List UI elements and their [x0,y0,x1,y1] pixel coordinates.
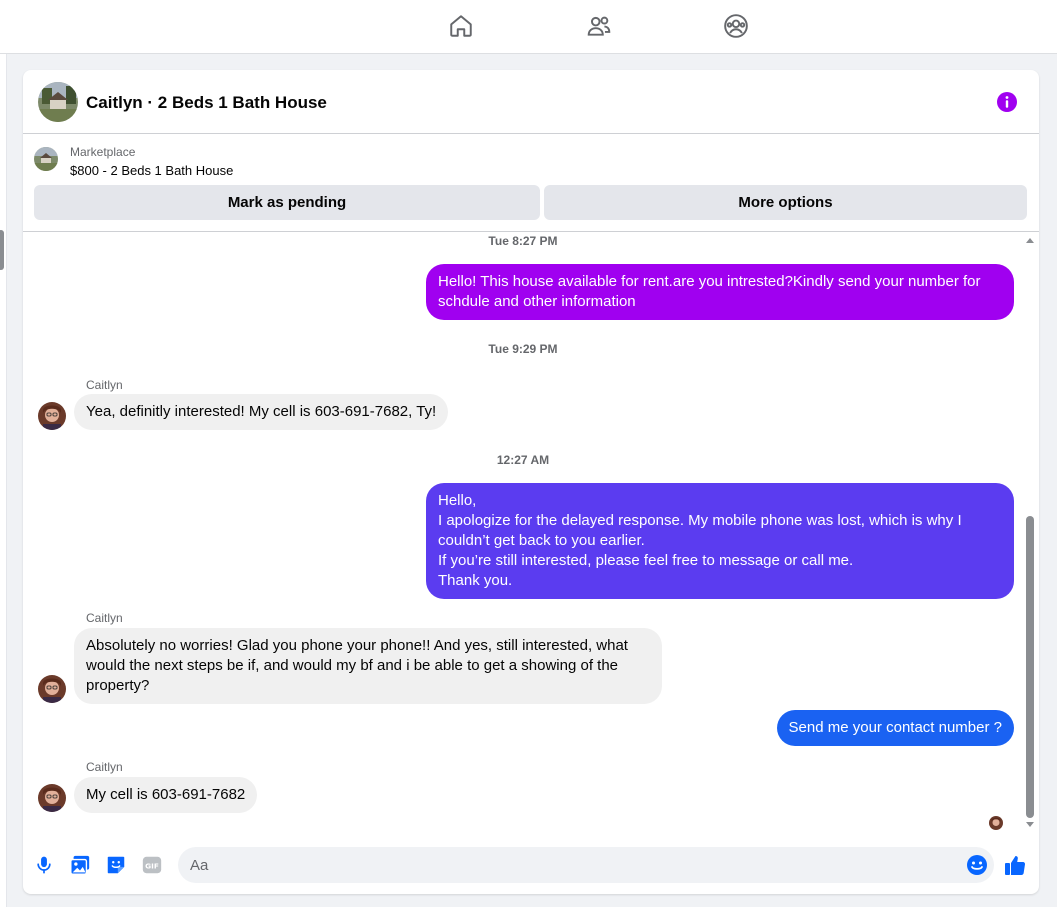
message-input[interactable] [178,847,994,883]
outgoing-message[interactable]: Send me your contact number ? [776,710,1014,746]
listing-source-label: Marketplace [70,145,136,159]
photo-icon[interactable] [68,853,92,877]
incoming-message[interactable]: Absolutely no worries! Glad you phone yo… [74,628,662,704]
more-options-button[interactable]: More options [544,185,1027,220]
sidebar-scroll-handle[interactable] [0,230,4,270]
scrollbar-thumb[interactable] [1026,516,1034,818]
timestamp: Tue 9:29 PM [488,342,558,356]
incoming-message[interactable]: My cell is 603-691-7682 [74,777,258,813]
left-sidebar-edge [0,54,7,907]
groups-icon[interactable] [722,12,750,40]
sender-name: Caitlyn [86,611,123,625]
timestamp: Tue 8:27 PM [488,234,558,248]
listing-price-title[interactable]: $800 - 2 Beds 1 Bath House [70,163,233,178]
thread-scrollbar[interactable] [1024,232,1036,838]
info-icon[interactable] [996,91,1018,113]
microphone-icon[interactable] [32,853,56,877]
sender-avatar[interactable] [38,675,66,703]
conversation-title: Caitlyn · 2 Beds 1 Bath House [86,93,327,112]
message-composer: GIF [23,838,1039,894]
gif-icon[interactable]: GIF [140,853,164,877]
outgoing-message[interactable]: Hello! This house available for rent.are… [426,264,1014,320]
incoming-message[interactable]: Yea, definitly interested! My cell is 60… [74,394,449,430]
mark-as-pending-button[interactable]: Mark as pending [34,185,540,220]
listing-avatar[interactable] [38,82,78,122]
seen-indicator-avatar [989,816,1003,830]
outgoing-message[interactable]: Hello, I apologize for the delayed respo… [426,483,1014,599]
sticker-icon[interactable] [104,853,128,877]
scroll-down-arrow[interactable] [1026,822,1034,827]
home-icon[interactable] [447,12,475,40]
sender-avatar[interactable] [38,402,66,430]
emoji-icon[interactable] [965,853,989,877]
svg-text:GIF: GIF [145,862,159,871]
message-thread[interactable]: Tue 8:27 PM Hello! This house available … [23,232,1039,838]
top-navigation [0,0,1057,54]
conversation-panel: Caitlyn · 2 Beds 1 Bath House Marketplac… [23,70,1039,894]
marketplace-listing-bar: Marketplace $800 - 2 Beds 1 Bath House M… [23,135,1039,233]
sender-name: Caitlyn [86,760,123,774]
sender-avatar[interactable] [38,784,66,812]
scroll-up-arrow[interactable] [1026,238,1034,243]
friends-icon[interactable] [585,12,613,40]
conversation-header: Caitlyn · 2 Beds 1 Bath House [23,70,1039,134]
timestamp: 12:27 AM [496,453,550,467]
sender-name: Caitlyn [86,378,123,392]
like-icon[interactable] [1003,853,1027,877]
listing-thumbnail[interactable] [34,147,58,171]
